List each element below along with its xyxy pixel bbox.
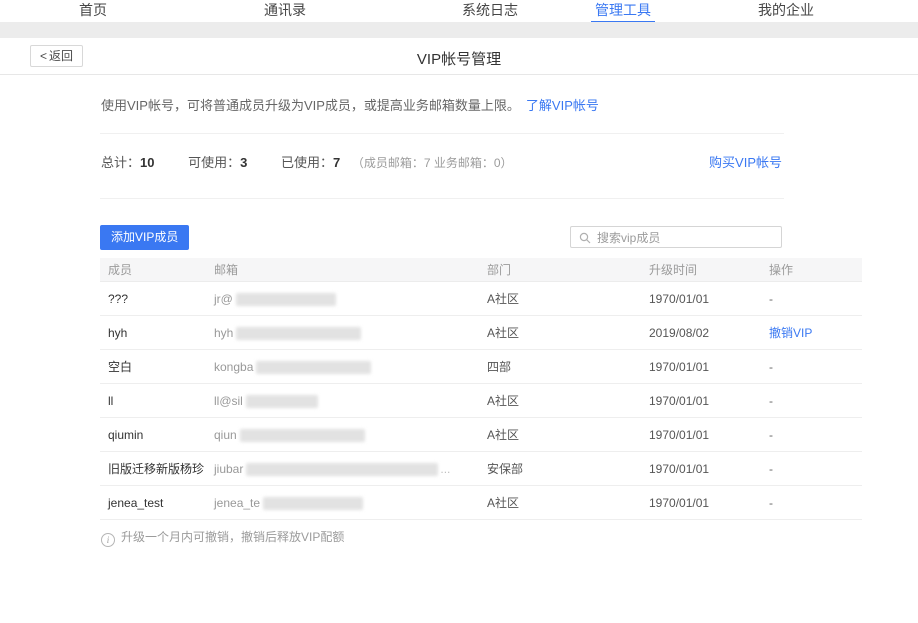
redacted-email-blur xyxy=(236,293,336,306)
member-name: ll xyxy=(100,384,206,418)
nav-item-contacts[interactable]: 通讯录 xyxy=(264,2,306,18)
redacted-email-blur xyxy=(236,327,361,340)
footer-note: i 升级一个月内可撤销，撤销后释放VIP配额 xyxy=(101,530,344,547)
search-input[interactable] xyxy=(595,228,779,248)
stat-used: 已使用：7 xyxy=(281,153,340,173)
table-row: llll@silA社区1970/01/01- xyxy=(100,384,862,418)
stats-row: 总计：10 可使用：3 已使用：7 （成员邮箱：7 业务邮箱：0） xyxy=(101,153,513,173)
action-none: - xyxy=(769,360,773,374)
stat-total: 总计：10 xyxy=(101,153,154,173)
main-content: 使用VIP帐号，可将普通成员升级为VIP成员，或提高业务邮箱数量上限。了解VIP… xyxy=(100,75,782,595)
member-department: A社区 xyxy=(479,418,641,452)
nav-item-home[interactable]: 首页 xyxy=(79,2,107,18)
intro-description: 使用VIP帐号，可将普通成员升级为VIP成员，或提高业务邮箱数量上限。 xyxy=(101,98,520,113)
member-email: jiubar... xyxy=(206,452,479,486)
info-icon: i xyxy=(101,533,115,547)
stat-used-detail: （成员邮箱：7 业务邮箱：0） xyxy=(352,156,513,170)
column-header-1: 邮箱 xyxy=(206,258,479,282)
action-none: - xyxy=(769,462,773,476)
column-header-4: 操作 xyxy=(761,258,862,282)
redacted-email-blur xyxy=(246,463,438,476)
member-email: kongba xyxy=(206,350,479,384)
action-cell: - xyxy=(761,384,862,418)
action-none: - xyxy=(769,496,773,510)
member-email: jenea_te xyxy=(206,486,479,520)
divider xyxy=(100,198,784,199)
buy-vip-link[interactable]: 购买VIP帐号 xyxy=(709,153,782,173)
member-department: A社区 xyxy=(479,316,641,350)
learn-vip-link[interactable]: 了解VIP帐号 xyxy=(526,98,599,113)
table-row: qiuminqiunA社区1970/01/01- xyxy=(100,418,862,452)
upgrade-time: 1970/01/01 xyxy=(641,486,761,520)
table-row: 空白kongba四部1970/01/01- xyxy=(100,350,862,384)
redacted-email-blur xyxy=(246,395,318,408)
intro-text: 使用VIP帐号，可将普通成员升级为VIP成员，或提高业务邮箱数量上限。了解VIP… xyxy=(101,97,599,114)
add-vip-member-button[interactable]: 添加VIP成员 xyxy=(100,225,189,250)
redacted-email-blur xyxy=(263,497,363,510)
nav-item-system-log[interactable]: 系统日志 xyxy=(462,2,518,18)
upgrade-time: 1970/01/01 xyxy=(641,452,761,486)
member-name: jenea_test xyxy=(100,486,206,520)
table-row: jenea_testjenea_teA社区1970/01/01- xyxy=(100,486,862,520)
vip-members-table: 成员邮箱部门升级时间操作 ???jr@A社区1970/01/01-hyhhyhA… xyxy=(100,258,862,520)
column-header-0: 成员 xyxy=(100,258,206,282)
table-body: ???jr@A社区1970/01/01-hyhhyhA社区2019/08/02撤… xyxy=(100,282,862,520)
upgrade-time: 1970/01/01 xyxy=(641,350,761,384)
member-department: A社区 xyxy=(479,282,641,316)
action-none: - xyxy=(769,292,773,306)
member-name: qiumin xyxy=(100,418,206,452)
action-cell: - xyxy=(761,418,862,452)
upgrade-time: 1970/01/01 xyxy=(641,282,761,316)
member-department: A社区 xyxy=(479,384,641,418)
upgrade-time: 2019/08/02 xyxy=(641,316,761,350)
member-email: jr@ xyxy=(206,282,479,316)
nav-item-my-enterprise[interactable]: 我的企业 xyxy=(758,2,814,18)
search-icon xyxy=(579,232,591,244)
member-department: 四部 xyxy=(479,350,641,384)
member-name: ??? xyxy=(100,282,206,316)
top-nav: 首页 通讯录 系统日志 管理工具 我的企业 xyxy=(0,0,918,22)
table-row: 旧版迁移新版杨珍jiubar...安保部1970/01/01- xyxy=(100,452,862,486)
action-cell: - xyxy=(761,350,862,384)
action-cell: - xyxy=(761,486,862,520)
action-none: - xyxy=(769,394,773,408)
upgrade-time: 1970/01/01 xyxy=(641,418,761,452)
page-header: <返回 VIP帐号管理 xyxy=(0,38,918,75)
nav-item-admin-tools[interactable]: 管理工具 xyxy=(595,2,651,18)
action-cell: 撤销VIP xyxy=(761,316,862,350)
nav-bottom-strip xyxy=(0,22,918,38)
column-header-2: 部门 xyxy=(479,258,641,282)
upgrade-time: 1970/01/01 xyxy=(641,384,761,418)
column-header-3: 升级时间 xyxy=(641,258,761,282)
stat-available: 可使用：3 xyxy=(188,153,247,173)
member-name: 旧版迁移新版杨珍 xyxy=(100,452,206,486)
member-email: ll@sil xyxy=(206,384,479,418)
member-email: hyh xyxy=(206,316,479,350)
member-department: A社区 xyxy=(479,486,641,520)
revoke-vip-link[interactable]: 撤销VIP xyxy=(769,326,812,340)
footer-note-text: 升级一个月内可撤销，撤销后释放VIP配额 xyxy=(121,530,344,544)
action-cell: - xyxy=(761,452,862,486)
table-row: hyhhyhA社区2019/08/02撤销VIP xyxy=(100,316,862,350)
action-cell: - xyxy=(761,282,862,316)
page-title: VIP帐号管理 xyxy=(0,48,918,69)
member-name: hyh xyxy=(100,316,206,350)
search-box xyxy=(570,226,782,248)
redacted-email-blur xyxy=(240,429,365,442)
table-row: ???jr@A社区1970/01/01- xyxy=(100,282,862,316)
member-email: qiun xyxy=(206,418,479,452)
member-name: 空白 xyxy=(100,350,206,384)
table-header-row: 成员邮箱部门升级时间操作 xyxy=(100,258,862,282)
member-department: 安保部 xyxy=(479,452,641,486)
redacted-email-blur xyxy=(256,361,371,374)
divider xyxy=(100,133,784,134)
action-none: - xyxy=(769,428,773,442)
